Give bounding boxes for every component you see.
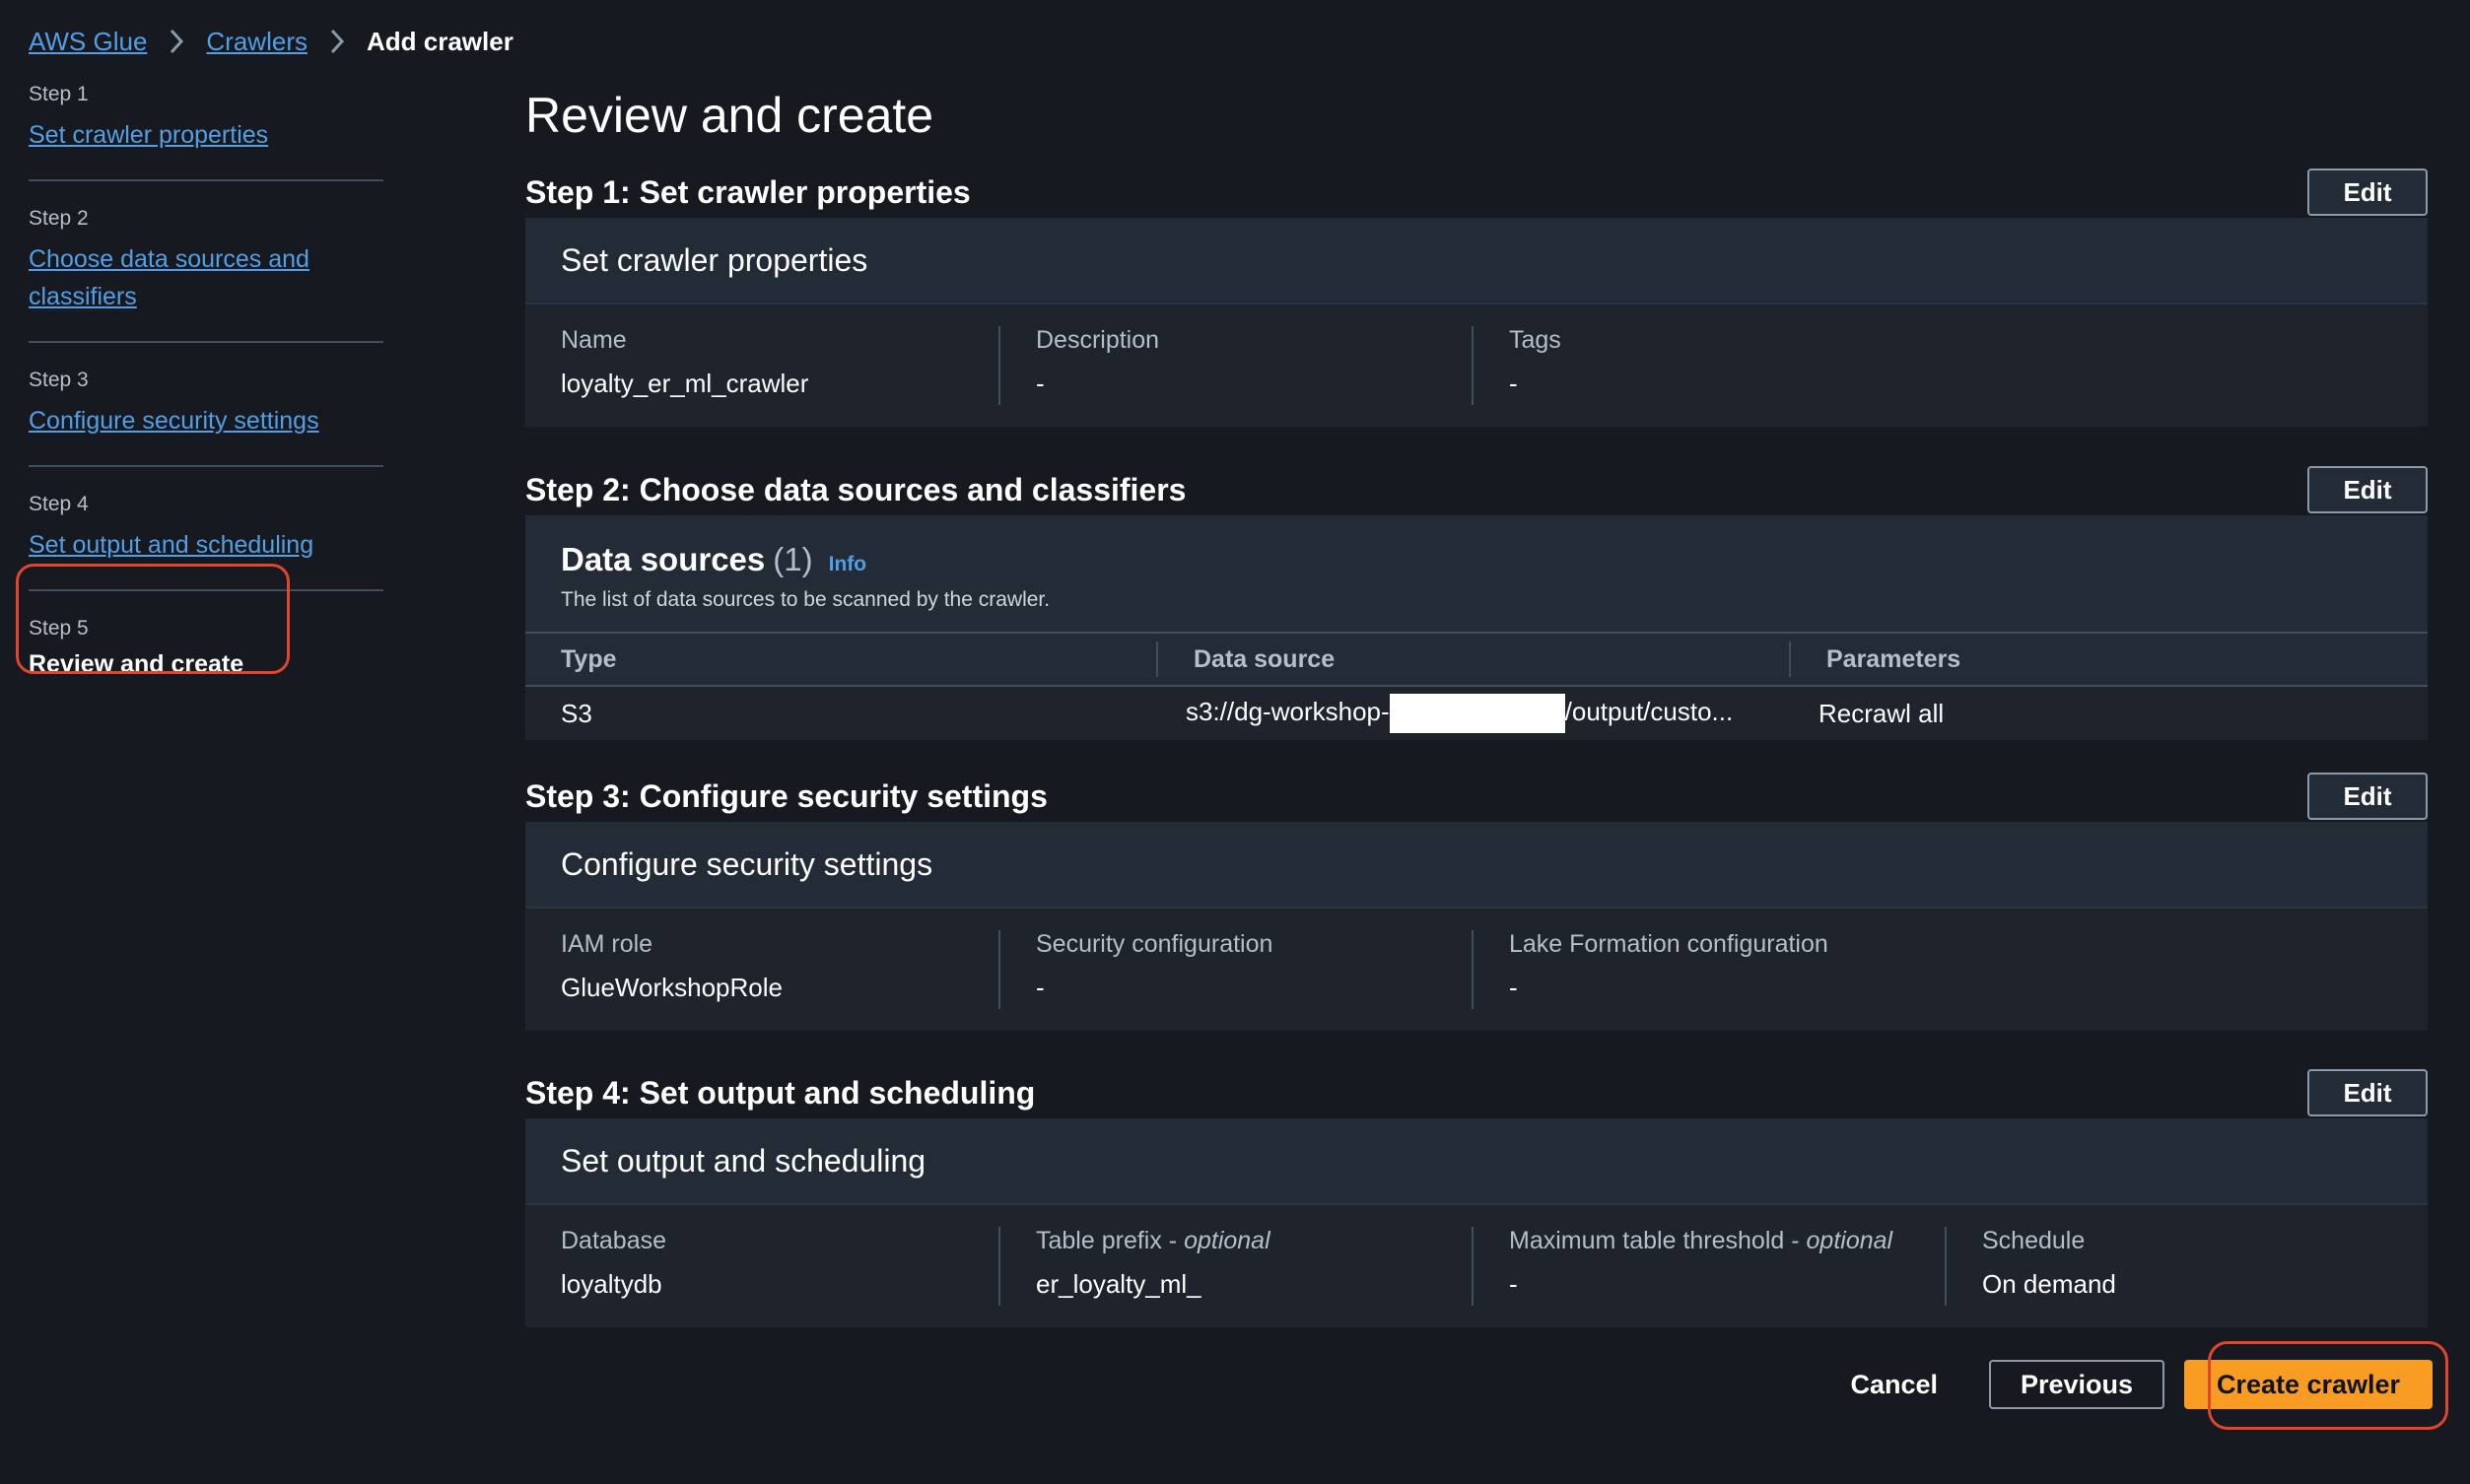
chevron-right-icon [157,22,196,61]
field-database: Database loyaltydb [525,1227,998,1306]
field-label: IAM role [561,930,653,958]
step-link-data-sources[interactable]: Choose data sources and classifiers [29,240,324,315]
field-label: Maximum table threshold - optional [1509,1227,1893,1254]
column-header-parameters: Parameters [1789,641,2426,677]
section-header-step4: Step 4: Set output and scheduling Edit [525,1068,2428,1117]
step-link-output-scheduling[interactable]: Set output and scheduling [29,526,383,564]
wizard-step-4: Step 4 Set output and scheduling [29,493,383,591]
field-value: loyalty_er_ml_crawler [561,369,809,398]
cancel-button[interactable]: Cancel [1850,1370,1938,1400]
field-value: er_loyalty_ml_ [1036,1269,1201,1299]
breadcrumb: AWS Glue Crawlers Add crawler [29,22,514,61]
field-label: Table prefix - optional [1036,1227,1270,1254]
column-header-data-source: Data source [1156,641,1789,677]
table-header: Type Data source Parameters [525,634,2428,687]
data-sources-count: (1) [773,541,813,577]
field-schedule: Schedule On demand [1945,1227,2418,1306]
data-source-prefix: s3://dg-workshop- [1186,696,1390,726]
field-value: GlueWorkshopRole [561,973,783,1002]
field-label: Schedule [1982,1227,2086,1254]
field-lake-formation: Lake Formation configuration - [1472,930,2063,1009]
field-name: Name loyalty_er_ml_crawler [525,326,998,405]
field-label: Description [1036,326,1160,354]
field-value: On demand [1982,1269,2116,1299]
wizard-steps-nav: Step 1 Set crawler properties Step 2 Cho… [29,83,383,730]
chevron-right-icon [317,22,357,61]
field-description: Description - [998,326,1472,405]
wizard-footer-actions: Cancel Previous Create crawler [1850,1360,2433,1409]
field-label: Lake Formation configuration [1509,930,1828,958]
info-link[interactable]: Info [829,553,866,576]
panel-crawler-properties: Set crawler properties Name loyalty_er_m… [525,218,2428,427]
step-number: Step 3 [29,369,89,391]
breadcrumb-aws-glue[interactable]: AWS Glue [29,27,147,57]
field-label: Security configuration [1036,930,1273,958]
step-number: Step 4 [29,493,89,515]
cell-data-source: s3://dg-workshop- /output/custo... [1156,694,1789,733]
field-value: - [1036,973,1045,1002]
cell-type: S3 [561,698,592,728]
step-link-security-settings[interactable]: Configure security settings [29,402,383,439]
table-row: S3 s3://dg-workshop- /output/custo... Rec… [525,687,2428,740]
panel-title: Set crawler properties [561,241,868,278]
step-number: Step 5 [29,617,89,640]
field-label: Name [561,326,627,354]
panel-data-sources: Data sources (1) Info The list of data s… [525,515,2428,740]
section-title: Step 1: Set crawler properties [525,173,971,210]
cell-parameters: Recrawl all [1818,698,1945,728]
field-value: loyaltydb [561,1269,662,1299]
field-tags: Tags - [1472,326,1945,405]
field-iam-role: IAM role GlueWorkshopRole [525,930,998,1009]
section-title: Step 2: Choose data sources and classifi… [525,471,1187,507]
field-value: - [1509,973,1518,1002]
step-current-review-create: Review and create [29,650,244,678]
previous-button[interactable]: Previous [1989,1360,2164,1409]
step-number: Step 2 [29,207,89,230]
panel-title: Configure security settings [561,845,933,882]
data-source-suffix: /output/custo... [1564,696,1734,726]
section-header-step2: Step 2: Choose data sources and classifi… [525,465,2428,514]
edit-step3-button[interactable]: Edit [2307,773,2428,820]
edit-step4-button[interactable]: Edit [2307,1069,2428,1116]
step-link-crawler-properties[interactable]: Set crawler properties [29,116,383,154]
step-number: Step 1 [29,83,89,105]
wizard-step-3: Step 3 Configure security settings [29,369,383,467]
data-sources-title: Data sources [561,541,766,577]
section-header-step3: Step 3: Configure security settings Edit [525,772,2428,821]
wizard-step-1: Step 1 Set crawler properties [29,83,383,181]
page-title: Review and create [525,88,934,143]
field-value: - [1509,1269,1518,1299]
wizard-step-2: Step 2 Choose data sources and classifie… [29,207,383,343]
column-header-type: Type [561,644,617,673]
wizard-step-5: Step 5 Review and create [29,617,383,705]
panel-output-scheduling: Set output and scheduling Database loyal… [525,1118,2428,1327]
section-title: Step 4: Set output and scheduling [525,1074,1036,1111]
section-header-step1: Step 1: Set crawler properties Edit [525,168,2428,217]
field-security-configuration: Security configuration - [998,930,1472,1009]
field-max-table-threshold: Maximum table threshold - optional - [1472,1227,1945,1306]
edit-step2-button[interactable]: Edit [2307,466,2428,513]
data-sources-description: The list of data sources to be scanned b… [561,588,1051,611]
breadcrumb-current: Add crawler [366,26,514,56]
create-crawler-button[interactable]: Create crawler [2184,1360,2433,1409]
panel-title: Set output and scheduling [561,1142,926,1179]
field-value: - [1509,369,1518,398]
breadcrumb-crawlers[interactable]: Crawlers [206,27,308,57]
redacted-block [1389,694,1565,733]
edit-step1-button[interactable]: Edit [2307,169,2428,216]
field-label: Tags [1509,326,1561,354]
section-title: Step 3: Configure security settings [525,777,1048,814]
field-label: Database [561,1227,667,1254]
field-value: - [1036,369,1045,398]
field-table-prefix: Table prefix - optional er_loyalty_ml_ [998,1227,1472,1306]
panel-security-settings: Configure security settings IAM role Glu… [525,822,2428,1031]
